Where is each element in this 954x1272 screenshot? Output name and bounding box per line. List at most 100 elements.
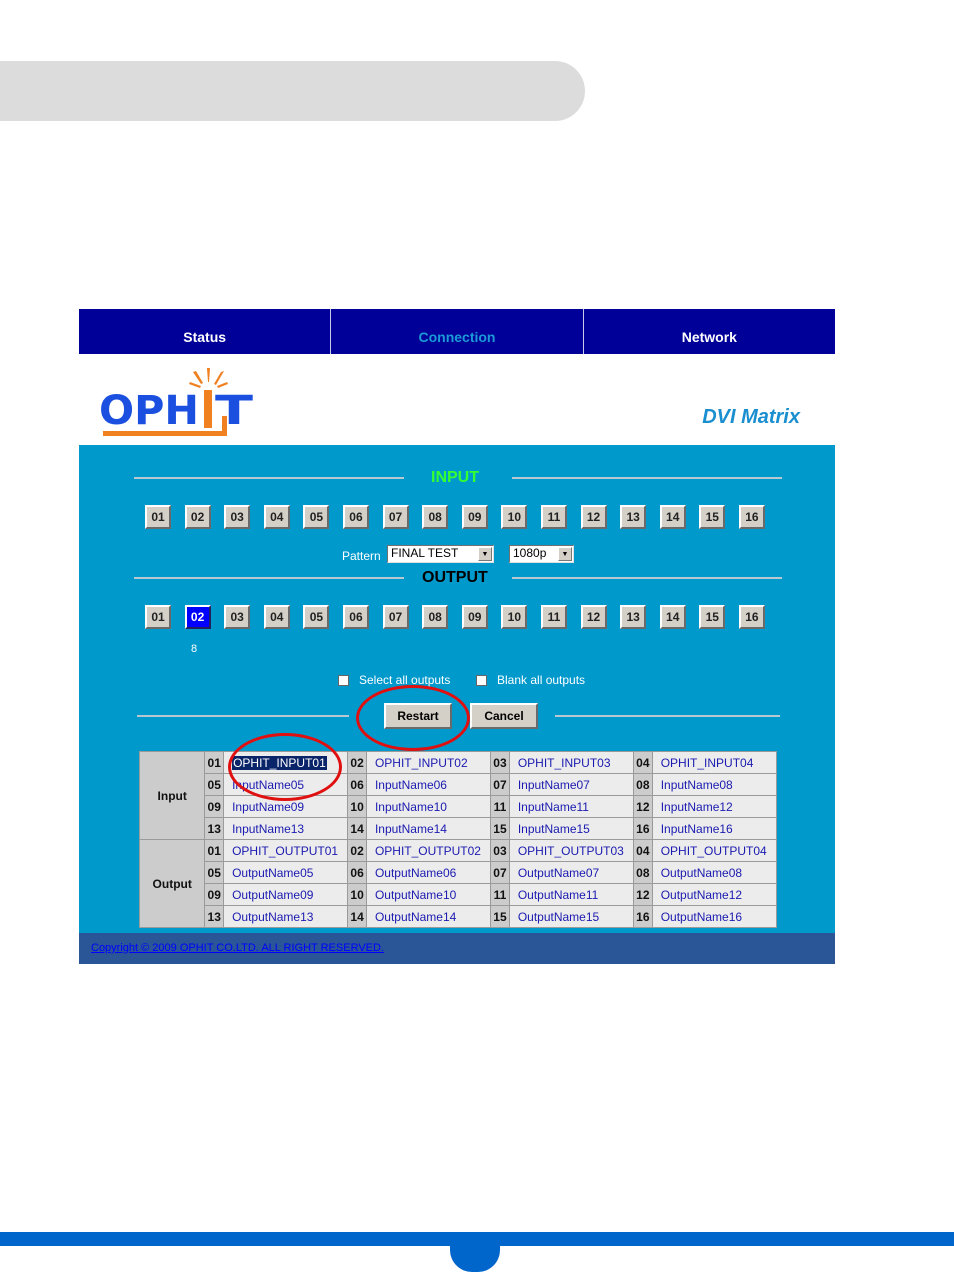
output-index: 12 [633,883,653,906]
output-name-field[interactable]: OPHIT_OUTPUT01 [223,839,349,862]
input-button-02[interactable]: 02 [184,505,211,529]
output-button-02[interactable]: 02 [184,605,211,629]
input-name-field[interactable]: InputName08 [651,773,778,796]
input-button-08[interactable]: 08 [422,505,449,529]
tab-connection[interactable]: Connection [331,309,584,354]
output-name-field[interactable]: OutputName16 [651,905,778,928]
pattern-select[interactable]: FINAL TEST ▼ [387,545,494,563]
output-button-15[interactable]: 15 [699,605,726,629]
pattern-select-value: FINAL TEST [391,546,459,560]
chevron-down-icon[interactable]: ▼ [478,547,492,561]
output-name-field[interactable]: OPHIT_OUTPUT04 [651,839,778,862]
output-button-16[interactable]: 16 [738,605,765,629]
output-button-07[interactable]: 07 [382,605,409,629]
output-name-value: OutputName16 [660,909,743,924]
cancel-button[interactable]: Cancel [470,703,538,729]
page-footer-bar [0,1232,954,1246]
output-name-field[interactable]: OutputName13 [223,905,349,928]
input-name-field[interactable]: OPHIT_INPUT01 [223,751,349,774]
output-02-source-indicator: 8 [191,643,198,655]
input-name-field[interactable]: OPHIT_INPUT02 [365,751,492,774]
select-all-checkbox[interactable] [338,674,349,686]
input-button-12[interactable]: 12 [580,505,607,529]
output-name-field[interactable]: OutputName10 [365,883,492,906]
input-name-field[interactable]: InputName06 [365,773,492,796]
output-index: 15 [490,905,510,928]
input-button-09[interactable]: 09 [461,505,488,529]
input-button-13[interactable]: 13 [620,505,647,529]
output-name-field[interactable]: OPHIT_OUTPUT03 [508,839,635,862]
input-button-10[interactable]: 10 [501,505,528,529]
input-button-16[interactable]: 16 [738,505,765,529]
input-button-14[interactable]: 14 [659,505,686,529]
output-name-field[interactable]: OutputName05 [223,861,349,884]
input-name-field[interactable]: InputName07 [508,773,635,796]
input-button-11[interactable]: 11 [540,505,567,529]
output-button-09[interactable]: 09 [461,605,488,629]
output-name-field[interactable]: OutputName07 [508,861,635,884]
output-name-field[interactable]: OutputName15 [508,905,635,928]
tab-status[interactable]: Status [79,309,332,354]
input-button-15[interactable]: 15 [699,505,726,529]
output-index: 01 [204,839,225,862]
input-index: 14 [347,817,367,840]
output-index: 16 [633,905,653,928]
input-index: 11 [490,795,510,818]
blank-all-checkbox[interactable] [476,674,487,686]
input-name-field[interactable]: InputName15 [508,817,635,840]
input-button-01[interactable]: 01 [145,505,171,529]
output-button-05[interactable]: 05 [303,605,330,629]
output-name-field[interactable]: OutputName08 [651,861,778,884]
output-button-01[interactable]: 01 [145,605,171,629]
input-button-04[interactable]: 04 [263,505,290,529]
input-button-03[interactable]: 03 [224,505,251,529]
input-name-field[interactable]: InputName05 [223,773,349,796]
output-button-14[interactable]: 14 [659,605,686,629]
input-button-05[interactable]: 05 [303,505,330,529]
svg-text:T: T [215,388,254,434]
tab-network[interactable]: Network [584,309,835,354]
chevron-down-icon[interactable]: ▼ [558,547,572,561]
output-button-10[interactable]: 10 [501,605,528,629]
input-name-field[interactable]: OPHIT_INPUT04 [651,751,778,774]
input-name-field[interactable]: InputName14 [365,817,492,840]
input-index: 08 [633,773,653,796]
output-button-13[interactable]: 13 [620,605,647,629]
input-index: 07 [490,773,510,796]
output-name-field[interactable]: OutputName06 [365,861,492,884]
output-name-value: OutputName07 [517,865,600,880]
output-name-field[interactable]: OutputName09 [223,883,349,906]
input-name-field[interactable]: InputName09 [223,795,349,818]
input-name-field[interactable]: OPHIT_INPUT03 [508,751,635,774]
input-index: 16 [633,817,653,840]
output-name-row: Output 01 OPHIT_OUTPUT01 02 OPHIT_OUTPUT02 03… [138,839,778,928]
output-name-field[interactable]: OutputName11 [508,883,635,906]
page-number-tab [450,1246,500,1272]
output-name-field[interactable]: OutputName12 [651,883,778,906]
input-button-07[interactable]: 07 [382,505,409,529]
copyright-link[interactable]: Copyright © 2009 OPHIT CO.LTD. ALL RIGHT… [91,942,384,954]
divider [512,477,782,479]
select-all-outputs[interactable]: Select all outputs [338,673,450,687]
input-name-field[interactable]: InputName16 [651,817,778,840]
input-name-field[interactable]: InputName11 [508,795,635,818]
input-name-field[interactable]: InputName10 [365,795,492,818]
resolution-select-value: 1080p [513,546,547,560]
blank-all-outputs[interactable]: Blank all outputs [476,673,585,687]
output-name-value: OPHIT_OUTPUT02 [374,843,481,858]
output-button-12[interactable]: 12 [580,605,607,629]
input-button-06[interactable]: 06 [342,505,369,529]
output-button-03[interactable]: 03 [224,605,251,629]
output-name-field[interactable]: OutputName14 [365,905,492,928]
input-name-value: OPHIT_INPUT03 [517,755,611,770]
input-name-field[interactable]: InputName12 [651,795,778,818]
input-name-field[interactable]: InputName13 [223,817,349,840]
resolution-select[interactable]: 1080p ▼ [509,545,574,563]
output-name-field[interactable]: OPHIT_OUTPUT02 [365,839,492,862]
output-button-04[interactable]: 04 [263,605,290,629]
restart-button[interactable]: Restart [384,703,452,729]
pattern-label: Pattern [342,549,381,563]
output-button-06[interactable]: 06 [342,605,369,629]
output-button-11[interactable]: 11 [540,605,567,629]
output-button-08[interactable]: 08 [422,605,449,629]
